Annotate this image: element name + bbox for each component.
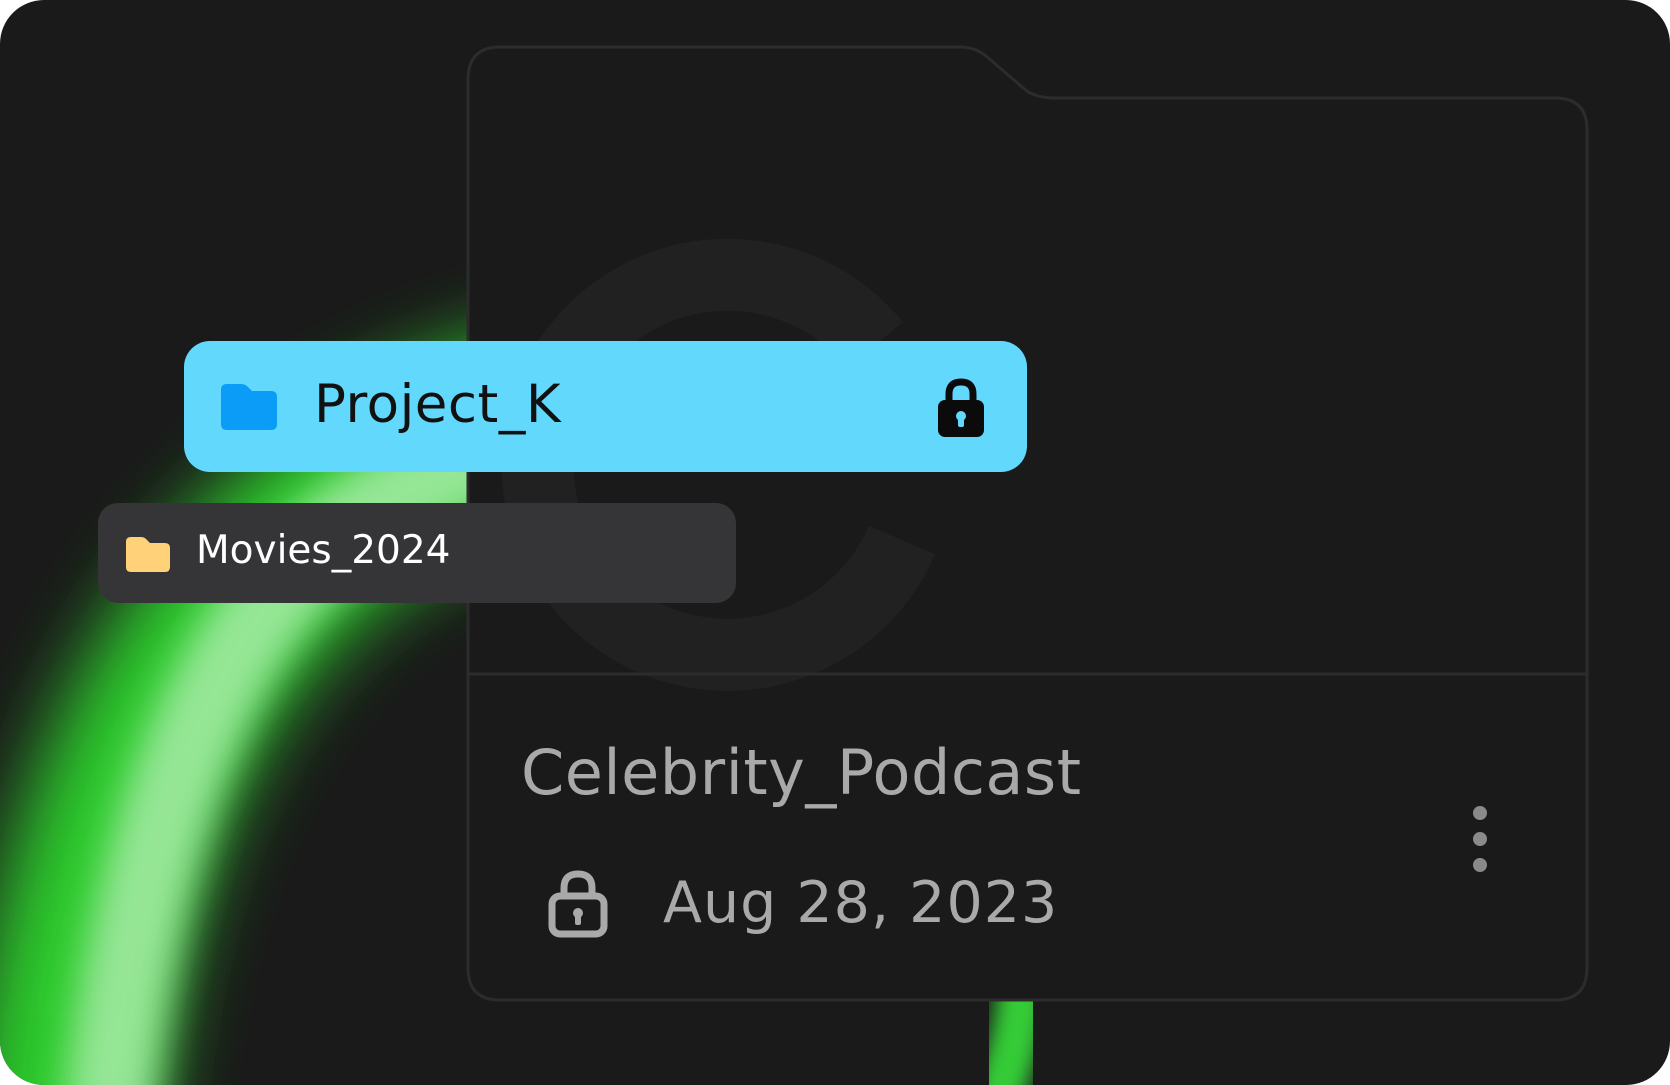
folder-item-movies-2024[interactable]: Movies_2024 — [98, 503, 736, 603]
folder-icon — [126, 537, 170, 572]
folder-item-project-k[interactable]: Project_K — [184, 341, 1027, 472]
folder-icon — [221, 384, 277, 430]
card-modified-date: Aug 28, 2023 — [663, 870, 1059, 936]
folder-name: Movies_2024 — [196, 528, 451, 573]
more-vertical-icon[interactable] — [1462, 800, 1498, 878]
app-canvas: Celebrity_Podcast Aug 28, 2023 Project_K… — [0, 0, 1670, 1085]
folder-name: Project_K — [314, 374, 562, 435]
lock-icon[interactable] — [936, 377, 986, 439]
card-file-name[interactable]: Celebrity_Podcast — [521, 736, 1082, 809]
lock-icon — [548, 870, 608, 938]
